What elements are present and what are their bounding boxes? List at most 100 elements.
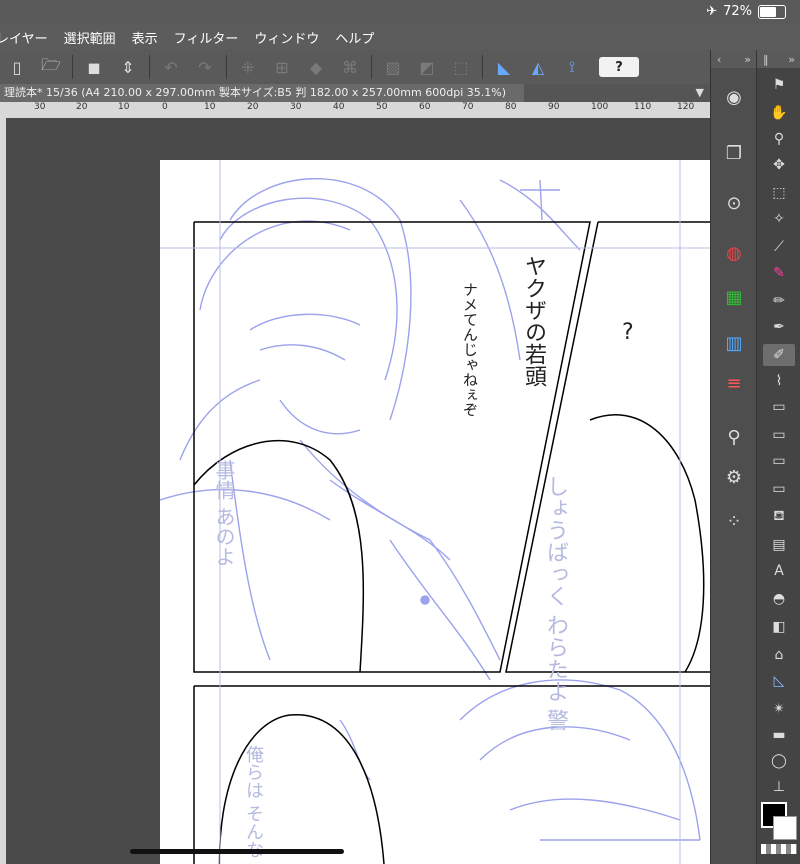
brush-tool-icon[interactable]: ✒: [763, 316, 795, 338]
manga-page[interactable]: ヤクザの若頭 ナメてんじゃねぇぞ ? しょうばっく わらたよ 警 事情 あのよ …: [160, 160, 710, 864]
text-tool-icon[interactable]: A: [763, 560, 795, 582]
ruler-label: 60: [419, 102, 431, 112]
color-history-icon[interactable]: ≡: [719, 368, 749, 398]
special-ruler-snap-icon[interactable]: ◭: [521, 52, 555, 82]
menu-layer[interactable]: レイヤー: [0, 28, 56, 47]
blend-tool-icon[interactable]: ⌇: [763, 370, 795, 392]
document-tab-bar: 理読本* 15/36 (A4 210.00 x 297.00mm 製本サイズ:B…: [0, 84, 710, 103]
sub-view-icon[interactable]: ❐: [719, 138, 749, 168]
annotation-dialogue: ナメてんじゃねぇぞ: [461, 282, 479, 417]
search-material-icon[interactable]: ⊙: [719, 188, 749, 218]
ruler-label: 30: [290, 102, 302, 112]
ruler-label: 90: [548, 102, 560, 112]
expand-icon[interactable]: »: [788, 53, 795, 66]
pencil-tool-icon[interactable]: ✏: [763, 290, 795, 312]
brush-size-icon[interactable]: ⁘: [719, 506, 749, 536]
auto-select-icon[interactable]: ✧: [763, 208, 795, 230]
transparent-color-swatch[interactable]: [761, 844, 797, 854]
airbrush-tool-icon[interactable]: ✐: [763, 344, 795, 366]
menu-help[interactable]: ヘルプ: [327, 28, 382, 47]
eraser-tool-icon-4[interactable]: ▭: [763, 478, 795, 500]
ruler-label: 120: [677, 102, 695, 112]
ruler-snap-icon[interactable]: ◣: [487, 52, 521, 82]
color-wheel-icon[interactable]: ◍: [719, 238, 749, 268]
balloon-text: 俺らは そんな: [243, 745, 264, 859]
updown-arrows-icon[interactable]: ⇕: [111, 52, 145, 82]
balloon-text: 事情 あのよ: [212, 460, 236, 567]
move-tool-icon[interactable]: ✥: [763, 154, 795, 176]
palette-dock: ‹» ◉ ❐ ⊙ ◍ ▦ ▥ ≡ ⚲ ⚙ ⁘: [710, 50, 757, 864]
tool-property-icon[interactable]: ⚙: [719, 462, 749, 492]
gradient-fill-icon[interactable]: ◧: [763, 616, 795, 638]
gradient-tool-icon[interactable]: ▤: [763, 534, 795, 556]
ruler-label: 10: [118, 102, 130, 112]
balloon-text: しょうばっく わらたよ 警: [543, 475, 568, 731]
speed-line-icon[interactable]: ▬: [763, 724, 795, 746]
color-set-icon[interactable]: ▦: [719, 282, 749, 312]
redo-icon[interactable]: ↷: [188, 52, 222, 82]
eraser-tool-icon[interactable]: ▭: [763, 396, 795, 418]
ruler-label: 80: [505, 102, 517, 112]
help-button[interactable]: ?: [599, 57, 639, 77]
document-tab[interactable]: 理読本* 15/36 (A4 210.00 x 297.00mm 製本サイズ:B…: [0, 84, 524, 102]
erase-selection-icon[interactable]: ◆: [299, 52, 333, 82]
grid-snap-icon[interactable]: ⟟: [555, 52, 589, 82]
correct-line-icon[interactable]: ⊥: [763, 776, 795, 798]
blur-tool-icon[interactable]: ◓: [763, 588, 795, 610]
ruler-tool-icon[interactable]: ◺: [763, 670, 795, 692]
menu-bar: レイヤー 選択範囲 表示 フィルター ウィンドウ ヘルプ: [0, 24, 800, 51]
layer-property-icon[interactable]: ⚲: [719, 422, 749, 452]
open-folder-icon[interactable]: 🗁: [34, 52, 68, 82]
airplane-mode-icon: ✈: [706, 4, 718, 19]
annotation-question-mark: ?: [622, 320, 634, 345]
tools-header[interactable]: ‖»: [757, 50, 800, 68]
pen-tool-icon[interactable]: ✎: [763, 262, 795, 284]
zoom-tool-icon[interactable]: ⚲: [763, 128, 795, 150]
eyedropper-icon[interactable]: ⟋: [763, 236, 795, 258]
selection-tool-icon[interactable]: ⬚: [763, 182, 795, 204]
menu-selection[interactable]: 選択範囲: [56, 28, 124, 47]
menu-view[interactable]: 表示: [124, 28, 166, 47]
fill-tool-icon[interactable]: ⛾: [763, 506, 795, 528]
figure-tool-icon[interactable]: ⌂: [763, 644, 795, 666]
clear-icon[interactable]: ▨: [376, 52, 410, 82]
fill-icon[interactable]: ◩: [410, 52, 444, 82]
animation-icon[interactable]: ▥: [719, 328, 749, 358]
ruler-label: 20: [76, 102, 88, 112]
dock-header[interactable]: ‹»: [711, 50, 757, 68]
ruler-label: 10: [204, 102, 216, 112]
battery-icon: [758, 4, 786, 19]
battery-percent: 72%: [723, 4, 752, 19]
navigator-icon[interactable]: ◉: [719, 82, 749, 112]
new-file-icon[interactable]: ▯: [0, 52, 34, 82]
home-indicator: [130, 849, 344, 854]
hand-tool-icon[interactable]: ✋: [763, 102, 795, 124]
command-bar: ▯ 🗁 ◼ ⇕ ↶ ↷ ⁜ ⊞ ◆ ⌘ ▨ ◩ ⬚ ◣ ◭ ⟟ ?: [0, 50, 710, 85]
deselect-icon[interactable]: ⌘: [333, 52, 367, 82]
select-all-icon[interactable]: ⬚: [444, 52, 478, 82]
frame-tool-icon[interactable]: ✴: [763, 698, 795, 720]
horizontal-ruler: 30 20 10 0 10 20 30 40 50 60 70 80 90 10…: [0, 102, 710, 119]
ruler-label: 40: [333, 102, 345, 112]
undo-icon[interactable]: ↶: [154, 52, 188, 82]
expand-right-icon[interactable]: »: [744, 53, 751, 66]
save-icon[interactable]: ◼: [77, 52, 111, 82]
canvas-area[interactable]: ヤクザの若頭 ナメてんじゃねぇぞ ? しょうばっく わらたよ 警 事情 あのよ …: [6, 118, 710, 864]
tool-palette: ‖» ⚑ ✋ ⚲ ✥ ⬚ ✧ ⟋ ✎ ✏ ✒ ✐ ⌇ ▭ ▭ ▭ ▭ ⛾ ▤ A…: [756, 50, 800, 864]
eraser-tool-icon-2[interactable]: ▭: [763, 424, 795, 446]
status-bar: ✈ 72%: [0, 0, 800, 24]
collapse-left-icon[interactable]: ‹: [717, 53, 721, 66]
scale-icon[interactable]: ⊞: [265, 52, 299, 82]
transform-icon[interactable]: ⁜: [231, 52, 265, 82]
menu-filter[interactable]: フィルター: [166, 28, 247, 47]
ruler-label: 30: [34, 102, 46, 112]
balloon-tool-icon[interactable]: ◯: [763, 750, 795, 772]
sub-color-swatch[interactable]: [773, 816, 797, 840]
tab-menu-icon[interactable]: ▼: [696, 86, 704, 99]
annotation-yakuza: ヤクザの若頭: [521, 255, 546, 387]
tool-settings-icon[interactable]: ⚑: [763, 74, 795, 96]
ruler-label: 70: [462, 102, 474, 112]
ruler-label: 50: [376, 102, 388, 112]
eraser-tool-icon-3[interactable]: ▭: [763, 450, 795, 472]
menu-window[interactable]: ウィンドウ: [246, 28, 327, 47]
